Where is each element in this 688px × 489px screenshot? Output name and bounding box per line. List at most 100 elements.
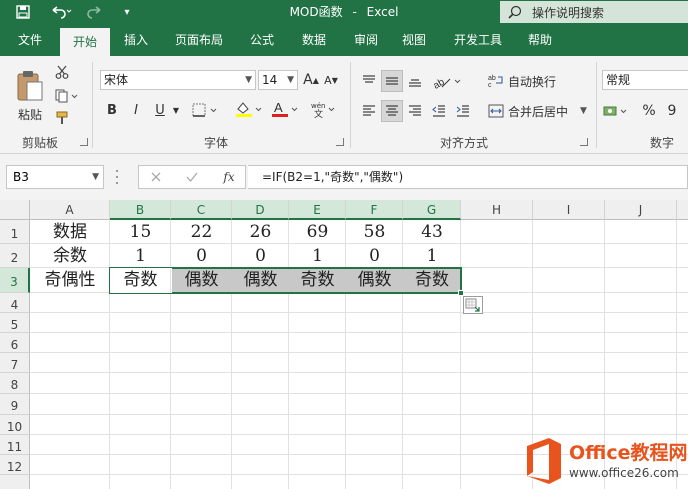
format-painter-icon[interactable]: [52, 108, 72, 128]
formula-bar-grip-icon[interactable]: [116, 170, 120, 184]
row-header[interactable]: 8: [0, 373, 30, 394]
orientation-icon[interactable]: ab: [430, 70, 466, 92]
row-header[interactable]: 10: [0, 415, 30, 435]
insert-function-button[interactable]: fx: [219, 169, 239, 185]
align-top-icon[interactable]: [358, 70, 380, 92]
redo-icon[interactable]: [84, 3, 112, 21]
cell-B2[interactable]: 1: [110, 244, 171, 268]
column-header[interactable]: I: [533, 200, 605, 220]
formula-input[interactable]: =IF(B2=1,"奇数","偶数"): [248, 165, 688, 189]
grow-font-button[interactable]: A ▲: [302, 70, 320, 90]
align-bottom-icon[interactable]: [404, 70, 426, 92]
cell-D1[interactable]: 26: [232, 220, 289, 244]
wrap-text-button[interactable]: ab c 自动换行: [488, 70, 568, 92]
align-left-icon[interactable]: [358, 100, 380, 122]
cell-G1[interactable]: 43: [403, 220, 461, 244]
paste-button[interactable]: 粘贴: [12, 64, 48, 128]
column-header[interactable]: [677, 200, 688, 220]
row-header[interactable]: 6: [0, 333, 30, 353]
column-header[interactable]: A: [30, 200, 110, 220]
cell-F1[interactable]: 58: [346, 220, 403, 244]
row-header[interactable]: 1: [0, 220, 30, 244]
column-header[interactable]: F: [346, 200, 403, 220]
clipboard-launcher-icon[interactable]: [80, 138, 88, 146]
cancel-entry-icon[interactable]: [147, 169, 165, 185]
tab-page-layout[interactable]: 页面布局: [166, 24, 232, 56]
tab-developer[interactable]: 开发工具: [444, 24, 512, 56]
select-all-corner[interactable]: [0, 200, 30, 220]
cell-A2[interactable]: 余数: [30, 244, 110, 268]
font-color-icon[interactable]: A: [268, 98, 302, 120]
column-header[interactable]: H: [461, 200, 533, 220]
tab-review[interactable]: 审阅: [344, 24, 388, 56]
column-header[interactable]: C: [171, 200, 232, 220]
accounting-format-icon[interactable]: [602, 100, 634, 122]
tab-view[interactable]: 视图: [392, 24, 436, 56]
undo-icon[interactable]: [46, 3, 76, 21]
confirm-entry-icon[interactable]: [183, 169, 201, 185]
column-header[interactable]: E: [289, 200, 346, 220]
tab-formulas[interactable]: 公式: [240, 24, 284, 56]
tab-file[interactable]: 文件: [8, 24, 52, 56]
row-header[interactable]: 4: [0, 293, 30, 313]
column-header[interactable]: B: [110, 200, 171, 220]
cell-G2[interactable]: 1: [403, 244, 461, 268]
phonetic-guide-icon[interactable]: wén 文: [308, 98, 338, 120]
tab-help[interactable]: 帮助: [518, 24, 562, 56]
cell-E2[interactable]: 1: [289, 244, 346, 268]
merge-center-button[interactable]: 合并后居中 ▼: [488, 100, 588, 122]
column-header[interactable]: G: [403, 200, 461, 220]
underline-button[interactable]: U: [150, 100, 170, 120]
gridline: [30, 312, 688, 313]
percent-style-button[interactable]: %: [638, 100, 660, 122]
align-center-icon[interactable]: [381, 100, 403, 122]
cell-C1[interactable]: 22: [171, 220, 232, 244]
fill-color-icon[interactable]: [232, 98, 266, 120]
name-box[interactable]: B3 ▼: [6, 165, 104, 189]
cut-icon[interactable]: [52, 62, 72, 82]
font-name-dropdown[interactable]: 宋体 ▼: [100, 70, 256, 90]
align-right-icon[interactable]: [404, 100, 426, 122]
comma-style-button[interactable]: 9: [662, 100, 682, 122]
row-header[interactable]: 2: [0, 244, 30, 268]
row-header[interactable]: 11: [0, 435, 30, 455]
row-header[interactable]: 7: [0, 353, 30, 373]
clipboard-group-label: 剪贴板: [21, 136, 58, 150]
shrink-font-button[interactable]: A ▼: [322, 70, 340, 90]
cell-B1[interactable]: 15: [110, 220, 171, 244]
copy-icon[interactable]: [52, 86, 82, 106]
name-box-value: B3: [13, 170, 29, 184]
bold-button[interactable]: B: [102, 100, 122, 120]
cell-A1[interactable]: 数据: [30, 220, 110, 244]
row-header[interactable]: 3: [0, 268, 30, 293]
save-icon[interactable]: [14, 3, 32, 21]
number-format-dropdown[interactable]: 常规: [602, 70, 688, 90]
row-header[interactable]: 5: [0, 313, 30, 333]
increase-indent-icon[interactable]: [452, 100, 474, 122]
tell-me-search[interactable]: 操作说明搜索: [500, 1, 688, 23]
tab-insert[interactable]: 插入: [114, 24, 158, 56]
cell-F2[interactable]: 0: [346, 244, 403, 268]
tab-data[interactable]: 数据: [292, 24, 336, 56]
row-header[interactable]: [0, 475, 30, 489]
tab-home[interactable]: 开始: [60, 28, 110, 56]
font-launcher-icon[interactable]: [336, 138, 344, 146]
customize-toolbar-icon[interactable]: ▾: [120, 3, 134, 21]
row-header[interactable]: 12: [0, 455, 30, 475]
underline-dropdown-icon[interactable]: ▼: [170, 100, 182, 120]
font-size-dropdown[interactable]: 14 ▼: [258, 70, 298, 90]
decrease-indent-icon[interactable]: [428, 100, 450, 122]
quick-analysis-icon[interactable]: [463, 296, 483, 314]
align-middle-icon[interactable]: [381, 70, 403, 92]
alignment-launcher-icon[interactable]: [580, 138, 588, 146]
cell-C2[interactable]: 0: [171, 244, 232, 268]
column-header[interactable]: D: [232, 200, 289, 220]
column-header[interactable]: J: [605, 200, 677, 220]
cell-D2[interactable]: 0: [232, 244, 289, 268]
cell-E1[interactable]: 69: [289, 220, 346, 244]
borders-icon[interactable]: [190, 100, 220, 120]
title-separator: -: [352, 5, 357, 19]
italic-button[interactable]: I: [126, 100, 146, 120]
cell-A3[interactable]: 奇偶性: [30, 268, 110, 293]
row-header[interactable]: 9: [0, 394, 30, 415]
